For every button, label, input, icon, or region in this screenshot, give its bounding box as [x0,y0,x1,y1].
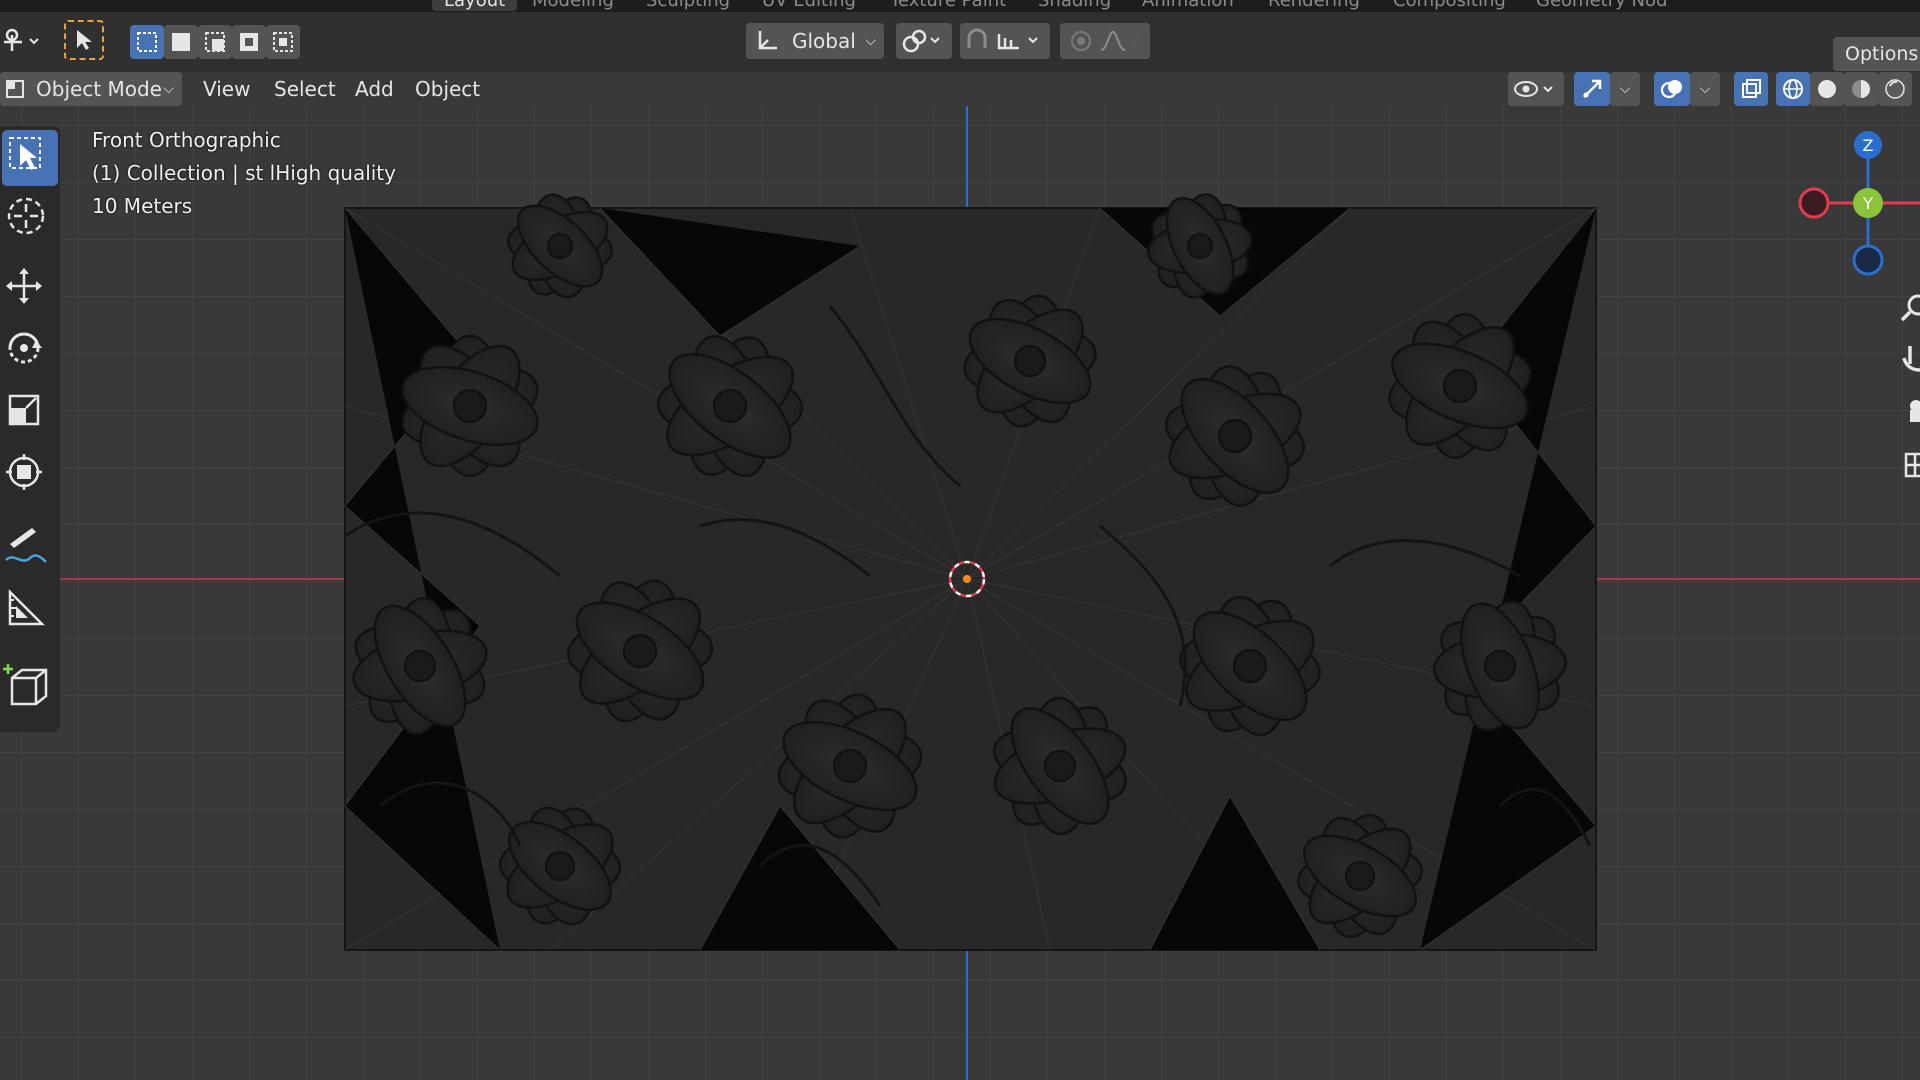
gizmo-dropdown[interactable]: ⌵ [1610,72,1640,106]
tool-shelf [0,126,60,732]
gizmo-icon [1583,79,1602,98]
gizmo-toggle-button[interactable] [1574,72,1610,106]
active-tool-icon[interactable] [2,26,42,58]
mode-extend-selection-button[interactable] [164,25,198,59]
gizmo-y-label: Y [1862,194,1873,213]
collection-label: (1) Collection | st lHigh quality [92,161,396,185]
proportional-icon [1071,30,1140,51]
shading-solid-button[interactable] [1810,72,1844,106]
select-tool-icon[interactable] [64,20,104,60]
tool-annotate[interactable] [2,524,58,580]
tab-geometry-nodes[interactable]: Geometry Nod [1536,0,1667,11]
tool-rotate[interactable] [2,326,58,382]
tab-shading[interactable]: Shading [1038,0,1111,11]
pivot-point-dropdown[interactable] [896,23,952,59]
options-button[interactable]: Options [1833,37,1920,71]
tool-scale[interactable] [2,388,58,444]
tab-rendering[interactable]: Rendering [1268,0,1360,11]
grid-icon[interactable] [1896,448,1920,482]
chevron-down-icon: ⌵ [1699,81,1711,97]
tab-layout[interactable]: Layout [432,0,518,11]
wireframe-sphere-icon [1783,79,1803,99]
tool-add-cube[interactable] [2,660,58,716]
cursor-icon [7,197,45,235]
object-mode-icon [6,80,24,98]
3d-viewport[interactable] [0,106,1920,1080]
gizmo-z-label: Z [1863,136,1874,155]
shading-wireframe-button[interactable] [1776,72,1810,106]
orientation-axes-icon [758,31,777,50]
mode-dropdown[interactable]: Object Mode ⌵ [0,72,182,106]
eye-icon [1514,81,1553,97]
chevron-down-icon: ⌵ [1619,81,1631,97]
tab-sculpting[interactable]: Sculpting [646,0,730,11]
magnet-icon [967,28,1038,50]
tab-uv-editing[interactable]: UV Editing [762,0,856,11]
viewport-canvas [0,106,1920,1080]
gizmo-neg-z-axis[interactable] [1852,244,1884,276]
move-icon [6,268,42,304]
overlays-toggle-button[interactable] [1654,72,1690,106]
hand-icon[interactable] [1896,340,1920,374]
grid-scale-label: 10 Meters [92,194,193,218]
mode-new-selection-button[interactable] [130,25,164,59]
transform-orientation-dropdown[interactable]: Global ⌵ [746,23,884,59]
overlays-dropdown[interactable]: ⌵ [1690,72,1720,106]
overlays-icon [1660,80,1682,99]
proportional-editing-controls[interactable] [1060,23,1150,59]
mode-subtract-selection-button[interactable] [198,25,232,59]
scale-icon [8,394,40,426]
rendered-sphere-icon [1885,79,1905,99]
xray-toggle-button[interactable] [1734,72,1768,106]
xray-icon [1742,79,1761,98]
camera-icon[interactable] [1896,394,1920,428]
tab-modeling[interactable]: Modeling [532,0,614,11]
tab-animation[interactable]: Animation [1142,0,1234,11]
pivot-icon [902,29,940,53]
tool-move[interactable] [2,264,58,320]
menu-add[interactable]: Add [346,72,403,106]
view-name-label: Front Orthographic [92,128,281,152]
measure-icon [8,588,46,626]
material-sphere-icon [1852,80,1870,98]
menu-view[interactable]: View [194,72,260,106]
gizmo-neg-x-axis[interactable] [1798,187,1830,219]
annotate-icon [5,528,47,563]
tab-texture-paint[interactable]: Texture Paint [890,0,1006,11]
tool-cursor[interactable] [2,192,58,248]
transform-orientation-label: Global [792,29,856,53]
add-cube-icon [3,664,48,706]
visibility-dropdown[interactable] [1508,72,1564,106]
floral-mesh-plane[interactable] [344,188,1597,951]
chevron-down-icon: ⌵ [865,33,876,49]
object-origin [963,575,971,583]
select-box-icon [9,137,41,170]
navigation-gizmo[interactable]: Z Y [1790,120,1920,290]
rotate-icon [8,332,42,364]
mode-label: Object Mode [36,77,162,101]
tool-transform[interactable] [2,450,58,506]
solid-sphere-icon [1818,80,1836,98]
mode-difference-selection-button[interactable] [232,25,266,59]
zoom-icon[interactable] [1896,290,1920,324]
snapping-controls[interactable] [960,23,1050,59]
workspace-tabs: Layout Modeling Sculpting UV Editing Tex… [0,0,1920,12]
mode-intersect-selection-button[interactable] [266,25,300,59]
tool-measure[interactable] [2,586,58,642]
shading-rendered-button[interactable] [1878,72,1912,106]
tool-select-box[interactable] [2,130,58,186]
menu-object[interactable]: Object [406,72,490,106]
menu-select[interactable]: Select [265,72,345,106]
transform-icon [6,454,42,490]
tool-header: Global ⌵ Options [0,12,1920,72]
chevron-down-icon: ⌵ [163,81,174,97]
shading-material-button[interactable] [1844,72,1878,106]
tab-compositing[interactable]: Compositing [1393,0,1506,11]
